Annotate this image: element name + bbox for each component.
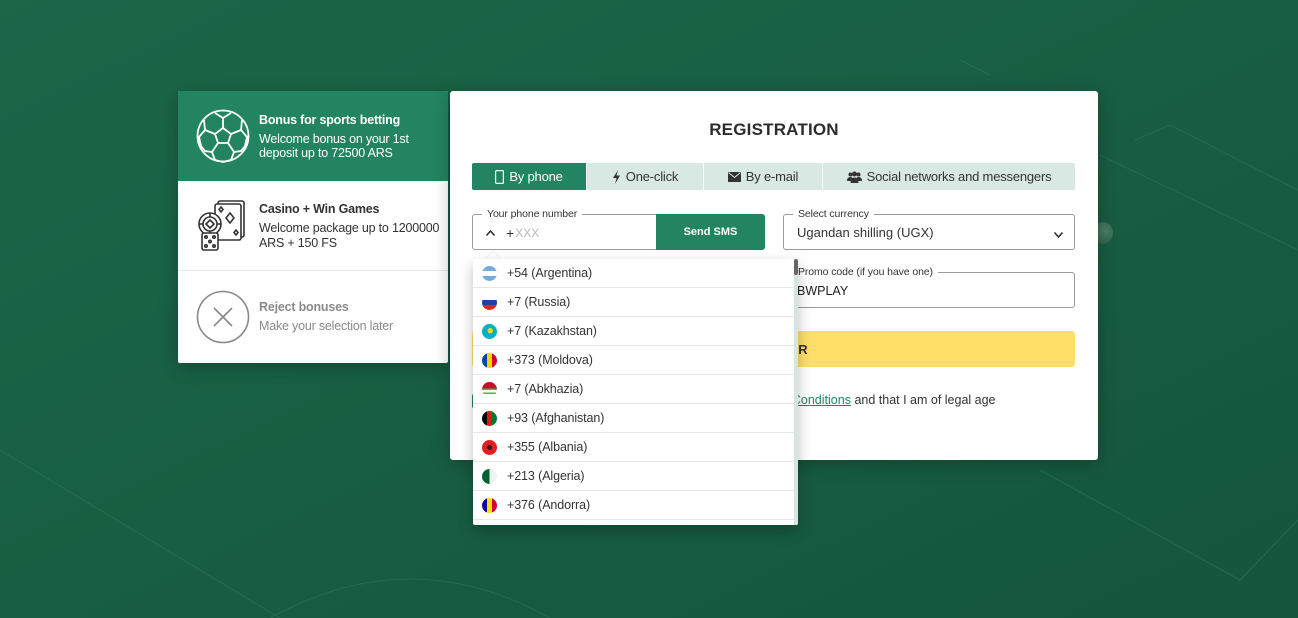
promo-code-label: Promo code (if you have one): [793, 265, 938, 279]
country-option-albania[interactable]: +355 (Albania): [473, 433, 794, 462]
envelope-icon: [727, 171, 741, 182]
country-option-label: +54 (Argentina): [507, 266, 593, 280]
bonus-panel: Bonus for sports betting Welcome bonus o…: [178, 91, 448, 363]
users-icon: [846, 171, 862, 183]
send-sms-button[interactable]: Send SMS: [656, 214, 765, 250]
country-option-label: +93 (Afghanistan): [507, 411, 605, 425]
casino-icon: [196, 199, 250, 253]
bonus-description: Make your selection later: [259, 319, 393, 334]
mobile-phone-icon: [495, 169, 505, 184]
chevron-down-icon: [1053, 226, 1064, 244]
country-option-russia[interactable]: +7 (Russia): [473, 288, 794, 317]
country-toggle-chevron-up-icon[interactable]: [485, 229, 496, 237]
country-option-abkhazia[interactable]: +7 (Abkhazia): [473, 375, 794, 404]
bonus-description: Welcome bonus on your 1st deposit up to …: [259, 131, 409, 161]
phone-field: Your phone number + Send SMS: [472, 207, 765, 250]
bonus-option-sports[interactable]: Bonus for sports betting Welcome bonus o…: [178, 91, 448, 181]
country-option-algeria[interactable]: +213 (Algeria): [473, 462, 794, 491]
flag-moldova-icon: [482, 352, 497, 368]
promo-code-input[interactable]: [797, 284, 1047, 298]
tab-by-email[interactable]: By e-mail: [704, 163, 823, 190]
bonus-title: Bonus for sports betting: [259, 112, 401, 127]
flag-argentina-icon: [482, 265, 497, 281]
country-code-list: +54 (Argentina) +7 (Russia) +7 (Kazakhst…: [473, 259, 794, 520]
tab-social-networks[interactable]: Social networks and messengers: [823, 163, 1075, 190]
flag-albania-icon: [482, 439, 497, 455]
currency-label: Select currency: [793, 207, 874, 221]
terms-suffix: and that I am of legal age: [854, 393, 996, 407]
bonus-option-casino[interactable]: Casino + Win Games Welcome package up to…: [178, 181, 448, 271]
tab-by-phone[interactable]: By phone: [472, 163, 587, 190]
tab-label: Social networks and messengers: [866, 169, 1052, 184]
currency-value: Ugandan shilling (UGX): [797, 225, 934, 240]
flag-algeria-icon: [482, 468, 497, 484]
scrollbar-thumb[interactable]: [794, 259, 798, 275]
phone-prefix: +: [506, 225, 515, 241]
country-option-argentina[interactable]: +54 (Argentina): [473, 259, 794, 288]
phone-field-label: Your phone number: [482, 207, 583, 221]
registration-tabs: By phone One-click By e-mail Social netw…: [472, 163, 1075, 190]
country-option-moldova[interactable]: +373 (Moldova): [473, 346, 794, 375]
flag-russia-icon: [482, 294, 497, 310]
flag-afghanistan-icon: [482, 410, 497, 426]
soccer-ball-icon: [196, 109, 250, 163]
bonus-title: Casino + Win Games: [259, 202, 380, 216]
country-option-label: +213 (Algeria): [507, 469, 585, 483]
phone-input[interactable]: [515, 226, 636, 240]
country-option-label: +355 (Albania): [507, 440, 588, 454]
country-option-label: +7 (Abkhazia): [507, 382, 584, 396]
tab-label: By e-mail: [745, 169, 799, 184]
country-option-label: +7 (Kazakhstan): [507, 324, 597, 338]
currency-select[interactable]: Select currency Ugandan shilling (UGX): [783, 207, 1075, 250]
tab-label: By phone: [509, 169, 563, 184]
tab-label: One-click: [625, 169, 679, 184]
country-option-afghanistan[interactable]: +93 (Afghanistan): [473, 404, 794, 433]
reject-icon: [196, 290, 250, 344]
page-title: REGISTRATION: [709, 120, 839, 139]
country-option-andorra[interactable]: +376 (Andorra): [473, 491, 794, 520]
lightning-icon: [612, 169, 621, 184]
country-option-label: +7 (Russia): [507, 295, 571, 309]
country-option-label: +373 (Moldova): [507, 353, 593, 367]
bonus-title: Reject bonuses: [259, 300, 349, 315]
flag-abkhazia-icon: [482, 381, 497, 397]
country-option-label: +376 (Andorra): [507, 498, 591, 512]
flag-kazakhstan-icon: [482, 323, 497, 339]
promo-code-field: Promo code (if you have one): [783, 265, 1075, 308]
bonus-description: Welcome package up to 1200000 ARS + 150 …: [259, 221, 440, 250]
tab-one-click[interactable]: One-click: [587, 163, 704, 190]
country-option-kazakhstan[interactable]: +7 (Kazakhstan): [473, 317, 794, 346]
bonus-option-reject[interactable]: Reject bonuses Make your selection later: [178, 271, 448, 362]
flag-andorra-icon: [482, 497, 497, 513]
dropdown-scrollbar[interactable]: [794, 259, 798, 525]
country-code-dropdown: +54 (Argentina) +7 (Russia) +7 (Kazakhst…: [473, 259, 798, 525]
